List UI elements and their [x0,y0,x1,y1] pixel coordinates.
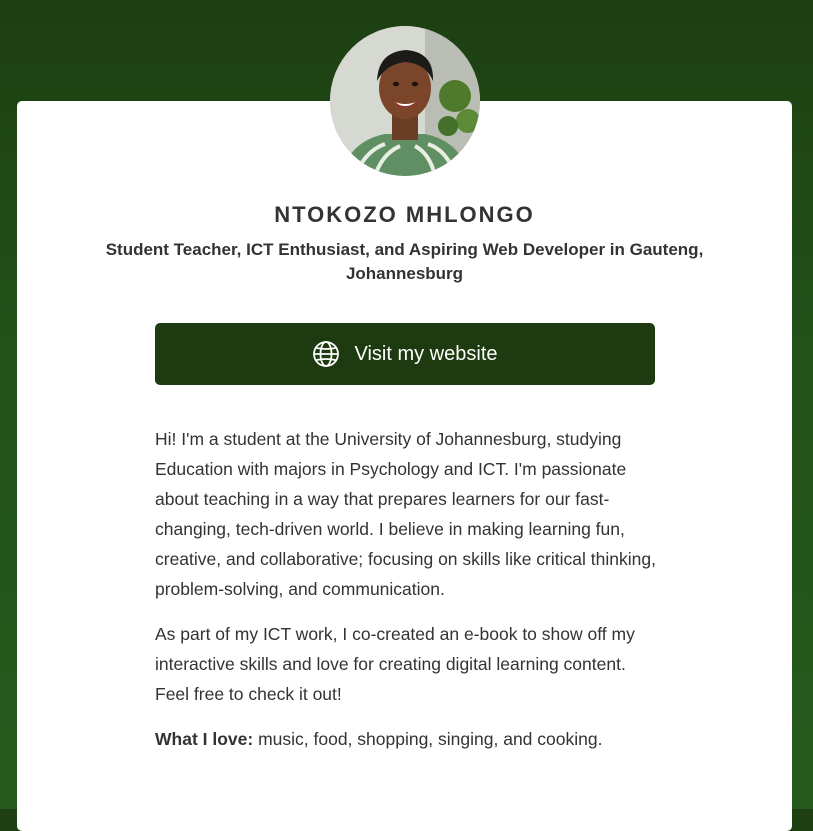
avatar-photo [330,26,480,176]
globe-icon [312,340,340,368]
profile-name: NTOKOZO MHLONGO [274,202,535,227]
bio-section: Hi! I'm a student at the University of J… [155,424,660,769]
bio-loves: What I love: music, food, shopping, sing… [155,724,660,754]
bio-paragraph-1: Hi! I'm a student at the University of J… [155,429,656,599]
bio-paragraph-2: As part of my ICT work, I co-created an … [155,624,635,704]
loves-label: What I love: [155,729,254,749]
profile-avatar [330,26,480,176]
profile-headline: Student Teacher, ICT Enthusiast, and Asp… [105,240,704,283]
visit-website-label: Visit my website [354,342,498,365]
loves-text: music, food, shopping, singing, and cook… [253,729,603,749]
visit-website-button[interactable]: Visit my website [155,323,655,385]
